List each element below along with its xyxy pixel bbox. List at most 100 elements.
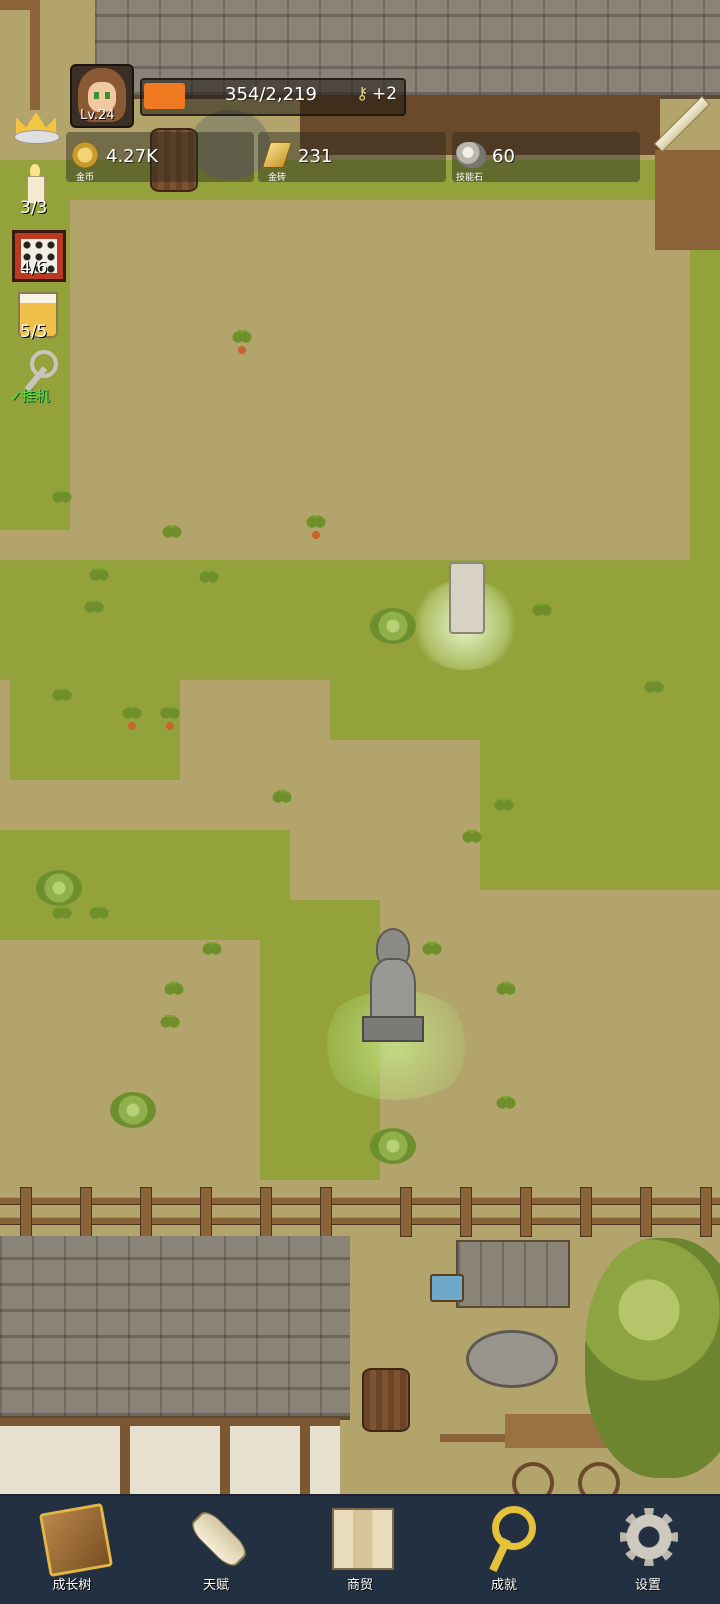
well-base — [466, 1330, 558, 1388]
crop-plant[interactable] — [195, 570, 223, 596]
nav-talent[interactable]: 天赋 — [144, 1496, 288, 1604]
house-beam — [300, 1420, 310, 1494]
house-beam — [220, 1420, 230, 1494]
fence-post — [320, 1187, 332, 1237]
crop-plant[interactable] — [490, 798, 518, 824]
gold-bar-value: 231 — [298, 146, 333, 167]
key-shaft — [489, 1537, 511, 1573]
nav-label: 成就 — [490, 1578, 517, 1593]
crop-plant[interactable] — [85, 906, 113, 932]
key-bonus: ⚷ +2 — [356, 84, 397, 104]
house-beam — [0, 1418, 340, 1426]
gold-coin-icon — [72, 142, 98, 168]
nav-label: 商贸 — [346, 1578, 373, 1593]
fence-post — [460, 1187, 472, 1237]
house-roof — [0, 1236, 350, 1420]
crown-cushion — [14, 130, 60, 144]
crop-plant[interactable] — [48, 688, 76, 714]
ghost-tablet[interactable] — [449, 562, 485, 634]
fence-post — [80, 1187, 92, 1237]
water-well[interactable] — [456, 1240, 570, 1388]
crop-plant[interactable] — [492, 1096, 520, 1122]
crop-plant[interactable] — [85, 568, 113, 594]
skill-stone-value: 60 — [492, 146, 515, 167]
cabbage[interactable] — [110, 1092, 156, 1128]
crop-plant[interactable] — [198, 942, 226, 968]
grass-patch — [10, 680, 180, 780]
gold-bar-label: 金砖 — [268, 173, 287, 183]
crop-plant[interactable] — [418, 942, 446, 968]
fence-post — [520, 1187, 532, 1237]
top-hud: Lv.24 354/2,219 ⚷ +2 4.27K 金币 231 金砖 60 技… — [0, 0, 720, 200]
nav-achievement[interactable]: 成就 — [432, 1496, 576, 1604]
cabbage[interactable] — [370, 1128, 416, 1164]
fence-post — [580, 1187, 592, 1237]
crop-plant[interactable] — [48, 906, 76, 932]
xp-text: 354/2,219 — [225, 84, 317, 105]
avatar-eye — [94, 92, 99, 99]
farm-scene[interactable] — [0, 0, 720, 1494]
idle-label[interactable]: ✓挂机 — [10, 386, 50, 406]
fence-rail — [0, 1217, 720, 1225]
wooden-fence — [0, 1187, 720, 1237]
resource-gold-bar[interactable]: 231 金砖 — [258, 132, 446, 183]
gear-icon — [620, 1508, 678, 1566]
grass-right — [690, 250, 720, 560]
barrel — [362, 1368, 410, 1432]
carrot-plant[interactable] — [302, 515, 330, 541]
player-level: Lv.24 — [80, 108, 115, 123]
carrot-plant[interactable] — [228, 330, 256, 356]
key-icon — [492, 1506, 536, 1550]
key-bonus-value: +2 — [372, 84, 398, 104]
nav-settings[interactable]: 设置 — [576, 1496, 720, 1604]
fence-post — [20, 1187, 32, 1237]
crop-plant[interactable] — [528, 603, 556, 629]
crop-plant[interactable] — [458, 830, 486, 856]
statue-base — [362, 1016, 424, 1042]
idle-toggle-icon: ✓ — [10, 389, 22, 405]
avatar-eye — [105, 92, 110, 99]
beer-count: 5/5 — [20, 322, 48, 342]
crop-plant[interactable] — [80, 600, 108, 626]
crop-plant[interactable] — [156, 1015, 184, 1041]
cart-wheel — [578, 1462, 620, 1494]
nav-trade[interactable]: 商贸 — [288, 1496, 432, 1604]
carrot-plant[interactable] — [156, 706, 184, 732]
skill-stone-label: 技能石 — [456, 173, 484, 183]
sword-icon[interactable] — [648, 95, 711, 156]
stone-statue[interactable] — [362, 928, 424, 1046]
nav-label: 天赋 — [202, 1578, 229, 1593]
resource-skill-stone[interactable]: 60 技能石 — [452, 132, 640, 183]
crop-plant[interactable] — [160, 982, 188, 1008]
fence-post — [400, 1187, 412, 1237]
sword-blade — [653, 95, 711, 153]
nav-growth-tree[interactable]: 成长树 — [0, 1496, 144, 1604]
skill-stone-icon — [456, 142, 486, 168]
fence-post — [140, 1187, 152, 1237]
fence-post — [700, 1187, 712, 1237]
scroll-icon — [187, 1507, 251, 1571]
well-roof — [456, 1240, 570, 1308]
cabbage[interactable] — [36, 870, 82, 906]
crop-plant[interactable] — [640, 680, 668, 706]
crop-plant[interactable] — [268, 790, 296, 816]
nav-label: 成长树 — [52, 1578, 92, 1593]
carrot-plant[interactable] — [118, 706, 146, 732]
idle-label-text: 挂机 — [21, 389, 50, 405]
crop-plant[interactable] — [158, 525, 186, 551]
gold-bar-icon — [261, 142, 293, 168]
water-bucket — [430, 1274, 464, 1302]
fence-post — [200, 1187, 212, 1237]
book-icon — [38, 1502, 114, 1578]
resource-gold-coin[interactable]: 4.27K 金币 — [66, 132, 254, 183]
house-beam — [120, 1420, 130, 1494]
gold-coin-label: 金币 — [76, 173, 95, 183]
xp-bar-fill — [144, 83, 185, 109]
house-wall — [0, 1418, 340, 1494]
map-icon — [332, 1508, 394, 1570]
statue-body — [370, 958, 416, 1022]
crop-plant[interactable] — [48, 490, 76, 516]
candle-count: 3/3 — [20, 198, 48, 218]
crown-icon[interactable] — [14, 104, 60, 144]
crop-plant[interactable] — [492, 982, 520, 1008]
